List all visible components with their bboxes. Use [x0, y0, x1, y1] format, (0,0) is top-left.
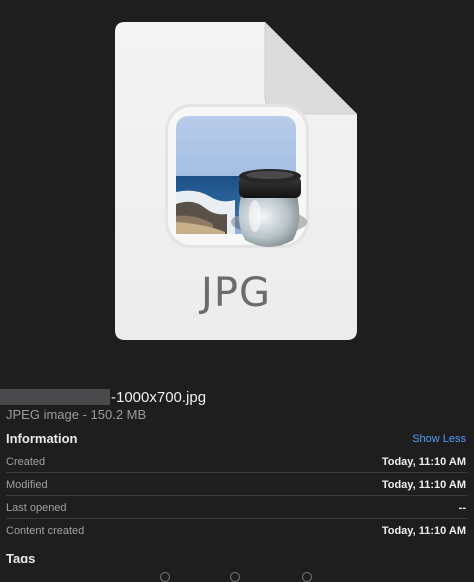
preview-app-icon: [165, 104, 309, 248]
info-key: Content created: [6, 525, 85, 537]
file-kind-size: JPEG image - 150.2 MB: [6, 407, 147, 422]
information-list: Created Today, 11:10 AM Modified Today, …: [6, 450, 468, 541]
show-less-link[interactable]: Show Less: [412, 433, 466, 445]
info-key: Last opened: [6, 502, 67, 514]
info-value: --: [458, 502, 466, 514]
tag-icon[interactable]: [230, 572, 240, 582]
information-header: Information: [6, 431, 78, 446]
tags-header: Tags: [6, 551, 36, 563]
file-name-row: -1000x700.jpg: [0, 386, 206, 408]
info-row-modified: Modified Today, 11:10 AM: [6, 473, 468, 496]
bottom-toolbar: [0, 572, 474, 582]
info-value: Today, 11:10 AM: [381, 525, 466, 537]
info-key: Modified: [6, 479, 48, 491]
more-icon[interactable]: [302, 572, 312, 582]
file-preview: JPG: [0, 0, 474, 360]
info-value: Today, 11:10 AM: [381, 479, 466, 491]
file-name[interactable]: -1000x700.jpg: [111, 389, 206, 406]
share-icon[interactable]: [160, 572, 170, 582]
file-extension-label: JPG: [201, 270, 271, 316]
info-value: Today, 11:10 AM: [381, 456, 466, 468]
info-row-last-opened: Last opened --: [6, 496, 468, 519]
redacted-name-block: [0, 389, 110, 405]
info-row-content-created: Content created Today, 11:10 AM: [6, 519, 468, 541]
info-row-created: Created Today, 11:10 AM: [6, 450, 468, 473]
info-key: Created: [6, 456, 46, 468]
